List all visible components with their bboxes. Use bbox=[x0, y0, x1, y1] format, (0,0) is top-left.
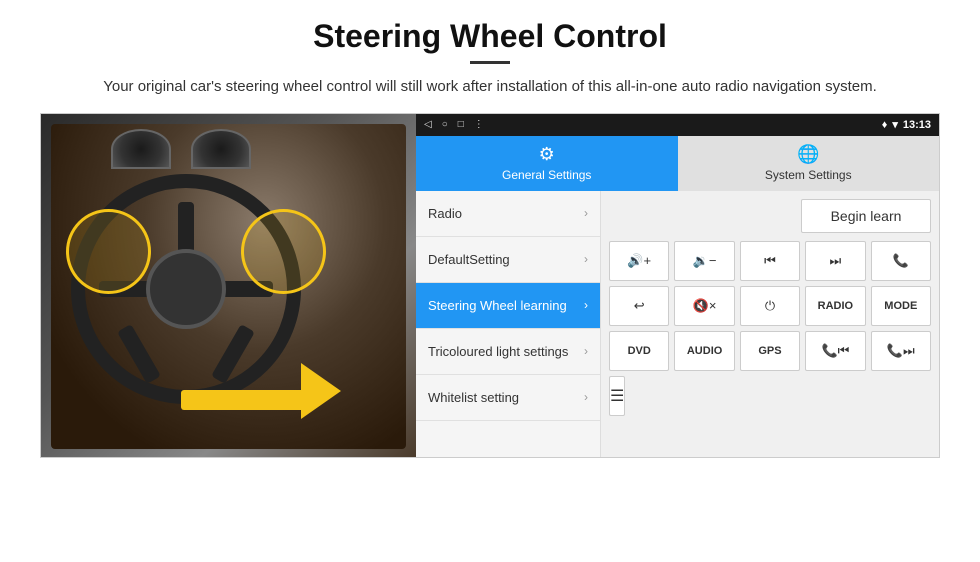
radio-label: RADIO bbox=[818, 300, 853, 312]
audio-label: AUDIO bbox=[687, 345, 722, 357]
menu-item-default-setting[interactable]: DefaultSetting › bbox=[416, 237, 600, 283]
phone-answer-icon: 📞 bbox=[893, 253, 909, 269]
vol-up-icon: 🔊+ bbox=[627, 253, 651, 269]
tab-system-label: System Settings bbox=[765, 168, 852, 182]
menu-item-whitelist[interactable]: Whitelist setting › bbox=[416, 375, 600, 421]
gps-button[interactable]: GPS bbox=[740, 331, 800, 371]
mode-label: MODE bbox=[884, 300, 917, 312]
left-menu: Radio › DefaultSetting › Steering Wheel … bbox=[416, 191, 601, 457]
tab-system-settings[interactable]: 🌐 System Settings bbox=[678, 136, 940, 191]
tel-next-button[interactable]: 📞⏭ bbox=[871, 331, 931, 371]
arrow-pointer bbox=[181, 381, 341, 419]
page-title: Steering Wheel Control bbox=[40, 18, 940, 55]
whitelist-icon: ☰ bbox=[610, 386, 624, 406]
right-panel: Begin learn 🔊+ 🔉− ⏮ bbox=[601, 191, 939, 457]
android-ui: ◁ ○ □ ⋮ ♦ ▾ 13:13 ⚙ General Settings bbox=[416, 114, 939, 457]
next-track-icon: ⏭ bbox=[830, 253, 842, 269]
page-wrapper: Steering Wheel Control Your original car… bbox=[0, 0, 980, 458]
system-settings-icon: 🌐 bbox=[797, 144, 819, 165]
mute-button[interactable]: 🔇× bbox=[674, 286, 734, 326]
begin-learn-row: Begin learn bbox=[609, 199, 931, 233]
begin-learn-button[interactable]: Begin learn bbox=[801, 199, 931, 233]
chevron-default-icon: › bbox=[584, 252, 588, 266]
highlight-circle-left bbox=[66, 209, 151, 294]
tel-next-icon: 📞⏭ bbox=[887, 343, 915, 359]
page-subtitle: Your original car's steering wheel contr… bbox=[40, 76, 940, 99]
tab-general-label: General Settings bbox=[502, 168, 591, 182]
dvd-label: DVD bbox=[628, 345, 651, 357]
phone-answer-button[interactable]: 📞 bbox=[871, 241, 931, 281]
dvd-button[interactable]: DVD bbox=[609, 331, 669, 371]
menu-item-default-label: DefaultSetting bbox=[428, 252, 510, 267]
menu-item-tricoloured-label: Tricoloured light settings bbox=[428, 344, 568, 359]
control-buttons-row1: 🔊+ 🔉− ⏮ ⏭ 📞 bbox=[609, 241, 931, 281]
whitelist-icon-button[interactable]: ☰ bbox=[609, 376, 625, 416]
vol-down-icon: 🔉− bbox=[693, 253, 717, 269]
dashboard-instruments bbox=[111, 129, 251, 169]
vol-down-button[interactable]: 🔉− bbox=[674, 241, 734, 281]
tab-general-settings[interactable]: ⚙ General Settings bbox=[416, 136, 678, 191]
chevron-radio-icon: › bbox=[584, 206, 588, 220]
wifi-icon: ▾ bbox=[892, 118, 898, 131]
back-icon: ◁ bbox=[424, 119, 432, 130]
prev-track-icon: ⏮ bbox=[764, 253, 776, 269]
menu-item-steering-wheel[interactable]: Steering Wheel learning › bbox=[416, 283, 600, 329]
chevron-tricoloured-icon: › bbox=[584, 344, 588, 358]
home-icon: ○ bbox=[442, 119, 448, 130]
next-track-button[interactable]: ⏭ bbox=[805, 241, 865, 281]
device-container: ◁ ○ □ ⋮ ♦ ▾ 13:13 ⚙ General Settings bbox=[40, 113, 940, 458]
tel-prev-button[interactable]: 📞⏮ bbox=[805, 331, 865, 371]
arrow-head bbox=[301, 363, 341, 419]
menu-icon: ⋮ bbox=[474, 119, 484, 130]
menu-item-tricoloured[interactable]: Tricoloured light settings › bbox=[416, 329, 600, 375]
tel-prev-icon: 📞⏮ bbox=[821, 343, 849, 359]
status-bar: ◁ ○ □ ⋮ ♦ ▾ 13:13 bbox=[416, 114, 939, 136]
gps-label: GPS bbox=[758, 345, 781, 357]
general-settings-icon: ⚙ bbox=[539, 144, 555, 165]
control-buttons-row2: ↩ 🔇× ⏻ RADIO MODE bbox=[609, 286, 931, 326]
title-divider bbox=[470, 61, 510, 64]
main-content: Radio › DefaultSetting › Steering Wheel … bbox=[416, 191, 939, 457]
status-bar-left: ◁ ○ □ ⋮ bbox=[424, 119, 484, 130]
menu-item-radio[interactable]: Radio › bbox=[416, 191, 600, 237]
location-icon: ♦ bbox=[882, 119, 888, 131]
highlight-circle-right bbox=[241, 209, 326, 294]
recents-icon: □ bbox=[458, 119, 464, 130]
control-buttons-row3: DVD AUDIO GPS 📞⏮ 📞⏭ bbox=[609, 331, 931, 371]
menu-item-radio-label: Radio bbox=[428, 206, 462, 221]
audio-button[interactable]: AUDIO bbox=[674, 331, 734, 371]
steering-wheel-hub bbox=[146, 249, 226, 329]
gauge-right bbox=[191, 129, 251, 169]
prev-track-button[interactable]: ⏮ bbox=[740, 241, 800, 281]
mute-icon: 🔇× bbox=[693, 298, 717, 314]
vol-up-button[interactable]: 🔊+ bbox=[609, 241, 669, 281]
power-button[interactable]: ⏻ bbox=[740, 286, 800, 326]
tab-bar: ⚙ General Settings 🌐 System Settings bbox=[416, 136, 939, 191]
radio-button[interactable]: RADIO bbox=[805, 286, 865, 326]
menu-item-steering-label: Steering Wheel learning bbox=[428, 298, 567, 313]
hang-up-icon: ↩ bbox=[634, 298, 645, 314]
whitelist-icon-row: ☰ bbox=[609, 376, 931, 416]
chevron-steering-icon: › bbox=[584, 298, 588, 312]
hang-up-button[interactable]: ↩ bbox=[609, 286, 669, 326]
car-image-side bbox=[41, 114, 416, 458]
gauge-left bbox=[111, 129, 171, 169]
arrow-body bbox=[181, 390, 301, 410]
menu-item-whitelist-label: Whitelist setting bbox=[428, 390, 519, 405]
mode-button[interactable]: MODE bbox=[871, 286, 931, 326]
clock: 13:13 bbox=[903, 119, 931, 131]
status-bar-right: ♦ ▾ 13:13 bbox=[882, 118, 931, 131]
power-icon: ⏻ bbox=[765, 298, 775, 314]
chevron-whitelist-icon: › bbox=[584, 390, 588, 404]
